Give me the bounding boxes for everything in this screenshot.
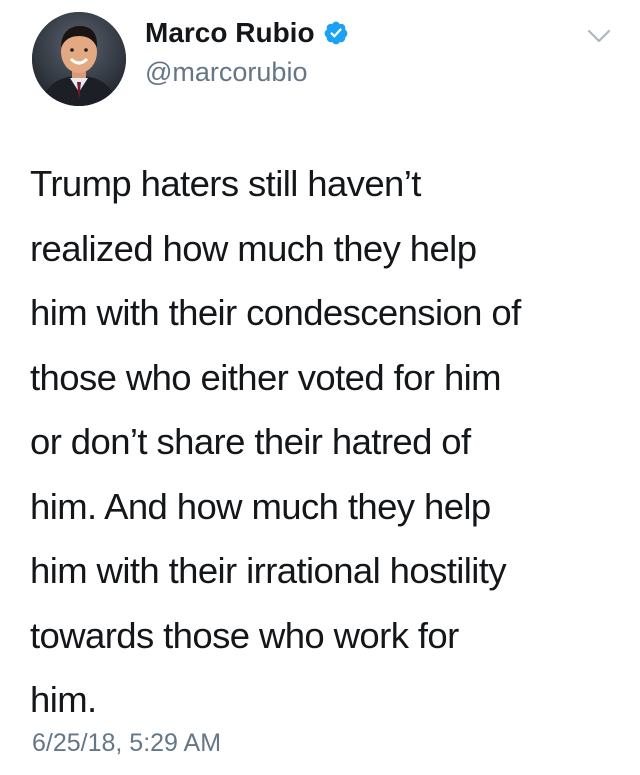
tweet-text-line: him with their condescension of — [30, 292, 521, 333]
tweet-text-line: him. — [30, 679, 97, 720]
avatar[interactable] — [32, 12, 126, 106]
tweet-text: Trump haters still haven’t realized how … — [30, 152, 610, 733]
tweet-text-line: Trump haters still haven’t — [30, 163, 421, 204]
chevron-down-icon[interactable] — [586, 26, 612, 46]
author-handle[interactable]: @marcorubio — [145, 56, 307, 88]
display-name[interactable]: Marco Rubio — [145, 17, 315, 49]
tweet-card: Marco Rubio @marcorubio Trump haters sti… — [0, 0, 640, 775]
tweet-text-line: him. And how much they help — [30, 485, 491, 527]
author-name-row: Marco Rubio — [145, 17, 349, 49]
tweet-text-line: towards those who work for — [30, 614, 459, 656]
tweet-text-line: him with their irrational hostility — [30, 550, 507, 591]
tweet-timestamp[interactable]: 6/25/18, 5:29 AM — [32, 726, 221, 760]
tweet-text-line: or don’t share their hatred of — [30, 421, 471, 462]
tweet-text-line: realized how much they help — [30, 227, 477, 269]
verified-badge-icon — [323, 20, 349, 46]
tweet-text-line: those who either voted for him — [30, 356, 502, 398]
avatar-photo — [32, 12, 126, 106]
